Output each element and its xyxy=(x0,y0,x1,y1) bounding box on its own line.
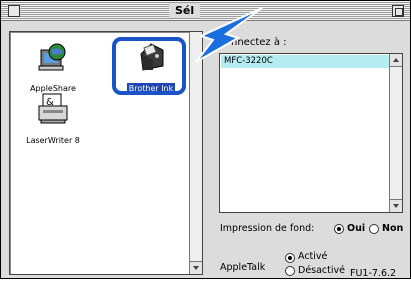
background-printing-on-label[interactable]: Oui xyxy=(347,223,365,234)
port-item[interactable]: MFC-3220C xyxy=(221,55,389,68)
window-title: Sél xyxy=(169,3,201,18)
appletalk-active-radio[interactable] xyxy=(285,253,295,263)
title-bar[interactable]: Sél xyxy=(1,1,410,21)
background-printing-off-radio[interactable] xyxy=(369,224,379,234)
appleshare-icon xyxy=(38,43,66,71)
chooser-window: Sél AppleShare & LaserWriter 8 Brother I… xyxy=(0,0,411,279)
device-appleshare[interactable]: AppleShare xyxy=(18,40,88,95)
close-box-icon[interactable] xyxy=(8,5,20,17)
scroll-down-arrow-icon[interactable] xyxy=(190,261,202,274)
laserwriter-icon: & xyxy=(38,93,68,124)
port-list-scrollbar[interactable] xyxy=(389,54,402,212)
appletalk-active-label[interactable]: Activé xyxy=(298,251,327,262)
background-printing-off-label[interactable]: Non xyxy=(382,223,403,234)
appletalk-inactive-label[interactable]: Désactivé xyxy=(298,265,345,276)
zoom-box-icon[interactable] xyxy=(392,5,404,17)
device-list-scrollbar[interactable] xyxy=(189,32,202,274)
appletalk-label: AppleTalk xyxy=(220,262,266,273)
background-printing-on-radio[interactable] xyxy=(334,224,344,234)
appletalk-inactive-radio[interactable] xyxy=(285,266,295,276)
device-label: LaserWriter 8 xyxy=(26,136,80,145)
figure-caption: FU1-7.6.2 xyxy=(350,268,397,279)
device-laserwriter[interactable]: & LaserWriter 8 xyxy=(18,92,88,147)
background-printing-label: Impression de fond: xyxy=(220,223,315,234)
scroll-down-arrow-icon[interactable] xyxy=(390,199,402,212)
connect-label: nnectez à : xyxy=(219,37,287,48)
scroll-up-arrow-icon[interactable] xyxy=(390,54,402,67)
port-list[interactable]: MFC-3220C xyxy=(219,53,403,213)
selection-highlight xyxy=(112,37,186,95)
